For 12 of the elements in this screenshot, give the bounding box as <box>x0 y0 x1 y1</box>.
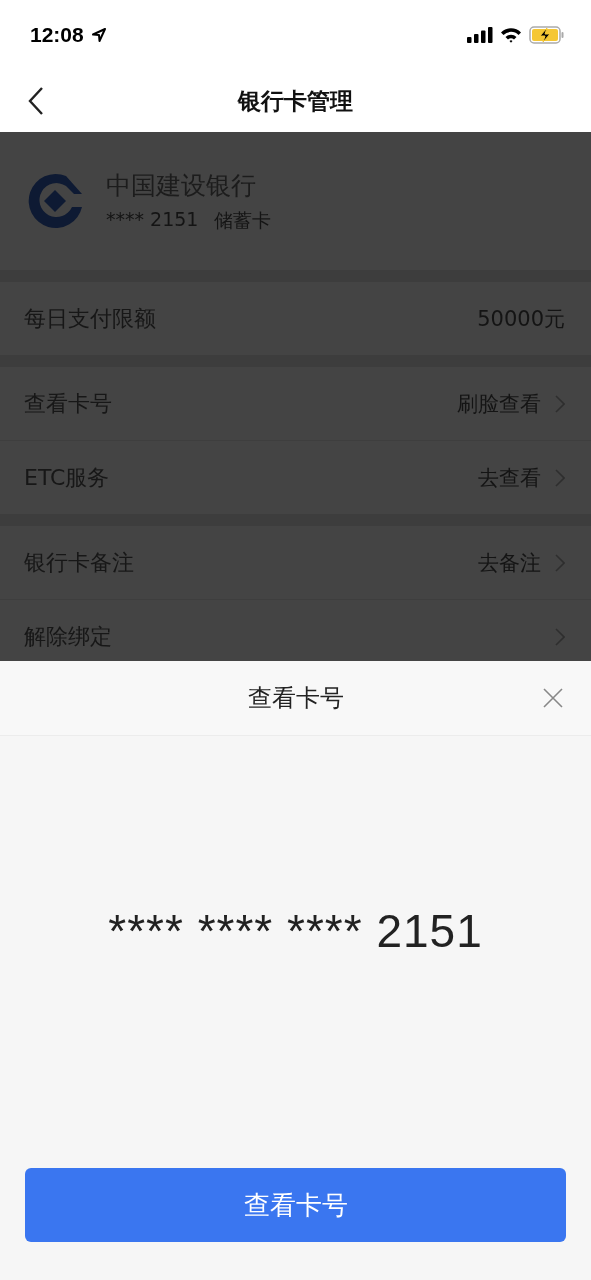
view-card-number-button[interactable]: 查看卡号 <box>25 1168 566 1242</box>
page-title: 银行卡管理 <box>238 86 353 116</box>
sheet-title: 查看卡号 <box>247 683 344 714</box>
signal-icon <box>467 27 493 43</box>
back-icon[interactable] <box>28 86 44 116</box>
full-card-number: **** **** **** 2151 <box>108 904 483 958</box>
location-arrow-icon <box>90 27 107 43</box>
battery-charging-icon <box>529 26 565 44</box>
status-time: 12:08 <box>30 23 84 47</box>
wifi-icon <box>500 27 522 43</box>
close-icon[interactable] <box>543 688 563 708</box>
bank-logo-icon <box>26 172 84 230</box>
